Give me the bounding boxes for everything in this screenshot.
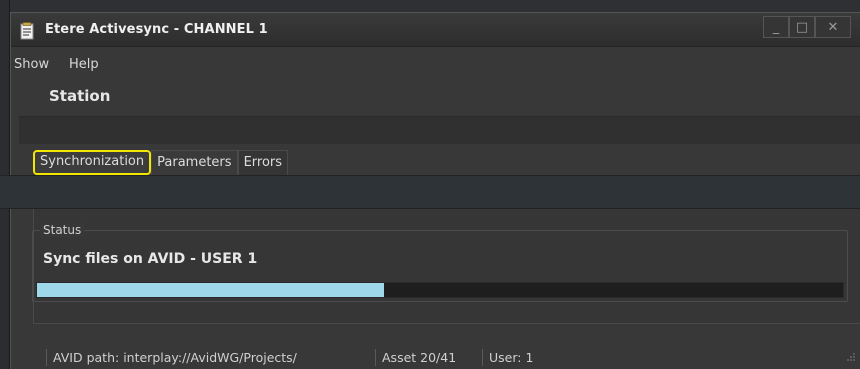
close-button[interactable]: ✕ — [815, 16, 851, 38]
tab-strip: Synchronization Parameters Errors — [33, 150, 289, 176]
station-band — [19, 116, 860, 144]
title-bar[interactable]: Etere Activesync - CHANNEL 1 _ □ ✕ — [11, 13, 860, 47]
statusbar-avid-path: AVID path: interplay://AvidWG/Projects/ — [46, 349, 297, 366]
sync-progress-bar — [36, 282, 844, 298]
menu-show[interactable]: Show — [14, 57, 49, 72]
status-legend: Status — [40, 223, 85, 237]
tab-parameters[interactable]: Parameters — [151, 150, 238, 175]
menu-bar: Show Help — [11, 57, 860, 77]
tab-synchronization[interactable]: Synchronization — [33, 150, 152, 175]
statusbar-asset: Asset 20/41 — [375, 349, 456, 366]
minimize-button[interactable]: _ — [763, 16, 789, 38]
document-icon — [20, 22, 34, 40]
maximize-button[interactable]: □ — [789, 16, 815, 38]
status-bar: AVID path: interplay://AvidWG/Projects/ … — [10, 346, 860, 369]
overlay-strip — [0, 175, 860, 209]
tab-errors[interactable]: Errors — [237, 150, 289, 175]
window-controls: _ □ ✕ — [763, 16, 851, 38]
resize-grip-icon[interactable] — [846, 352, 856, 362]
menu-help[interactable]: Help — [69, 57, 99, 72]
window-title: Etere Activesync - CHANNEL 1 — [45, 22, 268, 37]
status-text: Sync files on AVID - USER 1 — [43, 251, 258, 267]
statusbar-user: User: 1 — [482, 349, 533, 366]
desktop-top-strip — [0, 0, 860, 12]
station-heading: Station — [49, 87, 111, 105]
sync-progress-fill — [37, 283, 384, 297]
